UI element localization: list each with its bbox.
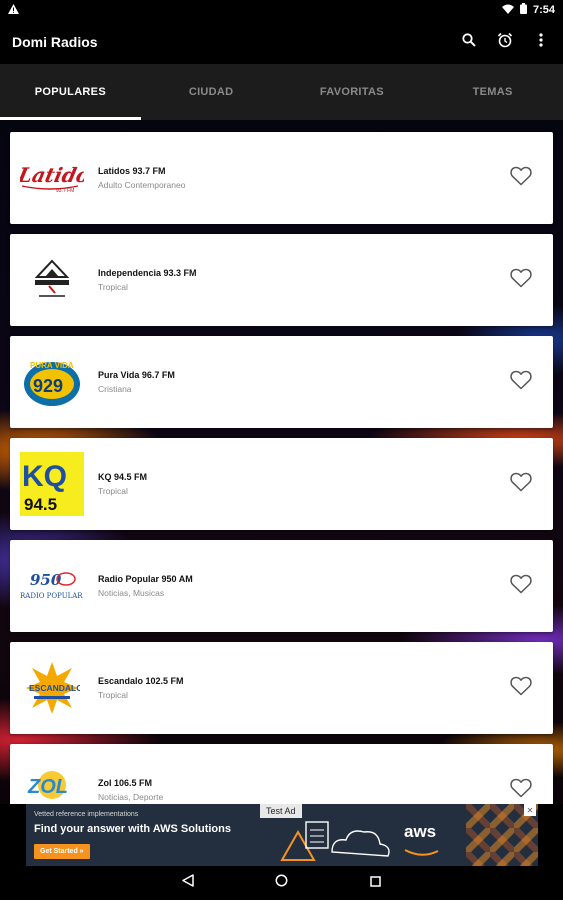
station-logo: ZOL	[20, 758, 84, 804]
tab-temas[interactable]: TEMAS	[422, 64, 563, 120]
tab-populares[interactable]: POPULARES	[0, 64, 141, 120]
alarm-icon	[497, 32, 513, 53]
favorite-button[interactable]	[507, 368, 535, 396]
logo-sub: 94.5	[24, 495, 57, 514]
logo-text: ZOL	[27, 776, 68, 798]
ad-banner[interactable]: Vetted reference implementations Find yo…	[26, 804, 538, 866]
station-genre: Tropical	[98, 282, 128, 292]
ad-cta-button[interactable]: Get Started »	[34, 844, 90, 859]
favorite-button[interactable]	[507, 266, 535, 294]
logo-text: ESCANDALO	[29, 683, 80, 693]
logo-text: KQ	[22, 460, 67, 493]
back-button[interactable]	[180, 874, 196, 892]
station-genre: Tropical	[98, 486, 128, 496]
favorite-button[interactable]	[507, 572, 535, 600]
ad-close-icon[interactable]: ✕	[524, 804, 536, 816]
station-logo: 950 RADIO POPULAR	[20, 554, 84, 618]
more-options-button[interactable]	[531, 32, 551, 52]
ad-illustration-icon	[276, 812, 396, 866]
home-button[interactable]	[274, 874, 290, 892]
logo-sub: RADIO POPULAR	[20, 592, 83, 600]
station-card[interactable]: KQ 94.5 KQ 94.5 FM Tropical	[10, 438, 553, 530]
search-icon	[462, 32, 476, 52]
wifi-icon	[501, 4, 514, 17]
app-bar: Domi Radios	[0, 20, 563, 64]
station-card[interactable]: ZOL Zol 106.5 FM Noticias, Deporte	[10, 744, 553, 804]
ad-small-text: Vetted reference implementations	[34, 811, 139, 818]
station-card[interactable]: Latidos 93.7 FM Latidos 93.7 FM Adulto C…	[10, 132, 553, 224]
system-nav-bar	[0, 866, 563, 900]
station-logo: KQ 94.5	[20, 452, 84, 516]
station-list[interactable]: Latidos 93.7 FM Latidos 93.7 FM Adulto C…	[0, 120, 563, 804]
station-name: Escandalo 102.5 FM	[98, 676, 184, 686]
favorite-button[interactable]	[507, 470, 535, 498]
station-genre: Noticias, Musicas	[98, 588, 165, 598]
station-logo: PURA VIDA 929	[20, 350, 84, 414]
station-card[interactable]: Independencia 93.3 FM Tropical	[10, 234, 553, 326]
station-genre: Adulto Contemporaneo	[98, 180, 186, 190]
station-name: KQ 94.5 FM	[98, 472, 148, 482]
back-icon	[181, 874, 194, 892]
station-card[interactable]: 950 RADIO POPULAR Radio Popular 950 AM N…	[10, 540, 553, 632]
heart-outline-icon	[510, 778, 532, 803]
station-name: Zol 106.5 FM	[98, 778, 153, 788]
station-name: Radio Popular 950 AM	[98, 574, 193, 584]
favorite-button[interactable]	[507, 776, 535, 804]
heart-outline-icon	[510, 574, 532, 599]
logo-text: PURA VIDA	[30, 361, 74, 370]
svg-text:929: 929	[33, 376, 63, 396]
station-card[interactable]: ESCANDALO Escandalo 102.5 FM Tropical	[10, 642, 553, 734]
station-genre: Tropical	[98, 690, 128, 700]
station-name: Pura Vida 96.7 FM	[98, 370, 175, 380]
station-genre: Noticias, Deporte	[98, 792, 164, 802]
recents-icon	[370, 874, 381, 892]
heart-outline-icon	[510, 370, 532, 395]
alarm-button[interactable]	[495, 32, 515, 52]
logo-text: Latidos	[20, 163, 84, 187]
more-vert-icon	[539, 32, 543, 52]
station-name: Latidos 93.7 FM	[98, 166, 166, 176]
station-name: Independencia 93.3 FM	[98, 268, 197, 278]
battery-icon	[519, 3, 527, 17]
favorite-button[interactable]	[507, 164, 535, 192]
heart-outline-icon	[510, 472, 532, 497]
warning-icon	[8, 3, 19, 17]
status-time: 7:54	[532, 4, 555, 16]
recents-button[interactable]	[368, 875, 384, 891]
app-title: Domi Radios	[12, 34, 98, 50]
ad-headline: Find your answer with AWS Solutions	[34, 823, 231, 835]
heart-outline-icon	[510, 268, 532, 293]
tab-bar: POPULARES CIUDAD FAVORITAS TEMAS	[0, 64, 563, 120]
tab-favoritas[interactable]: FAVORITAS	[282, 64, 423, 120]
home-icon	[275, 874, 288, 892]
favorite-button[interactable]	[507, 674, 535, 702]
search-button[interactable]	[459, 32, 479, 52]
status-bar: 7:54	[0, 0, 563, 20]
aws-smile-icon	[404, 844, 440, 862]
station-logo: ESCANDALO	[20, 656, 84, 720]
heart-outline-icon	[510, 676, 532, 701]
station-genre: Cristiana	[98, 384, 132, 394]
tab-ciudad[interactable]: CIUDAD	[141, 64, 282, 120]
station-logo: Latidos 93.7 FM	[20, 146, 84, 210]
station-logo	[20, 248, 84, 312]
aws-logo: aws	[404, 822, 437, 841]
station-card[interactable]: PURA VIDA 929 Pura Vida 96.7 FM Cristian…	[10, 336, 553, 428]
heart-outline-icon	[510, 166, 532, 191]
